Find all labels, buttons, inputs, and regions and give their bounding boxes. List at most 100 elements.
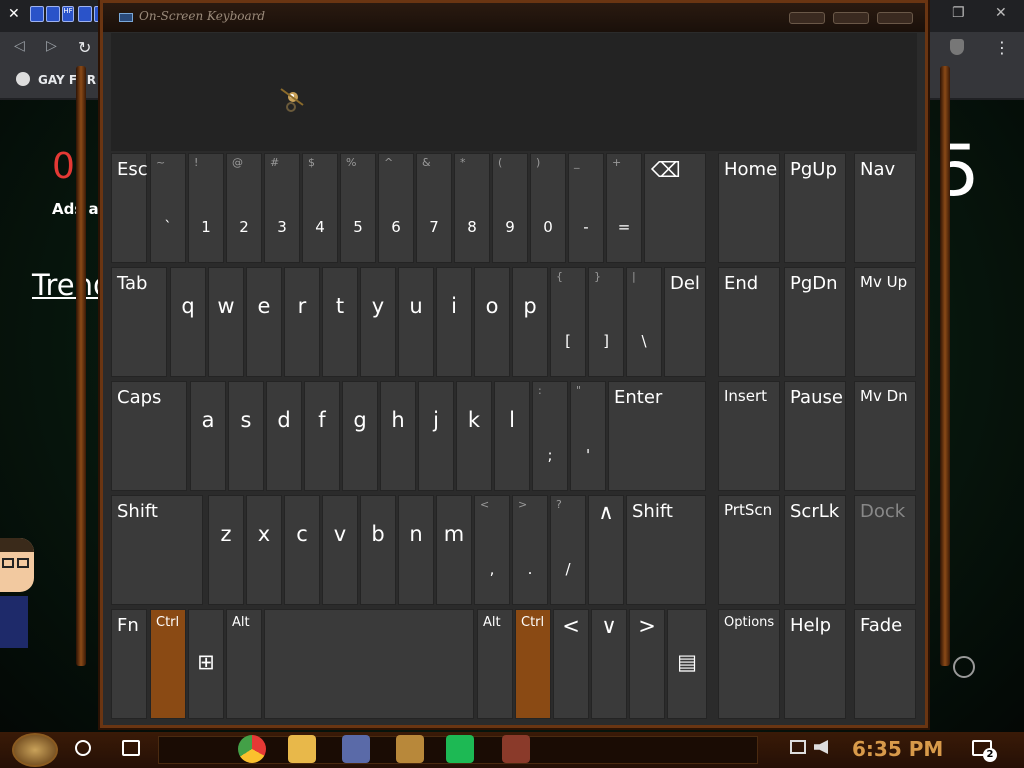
key-2[interactable]: @2 — [226, 153, 262, 263]
key-fade[interactable]: Fade — [854, 609, 916, 719]
key-shift[interactable]: Shift — [626, 495, 706, 605]
key-3[interactable]: #3 — [264, 153, 300, 263]
key-m[interactable]: m — [436, 495, 472, 605]
start-button[interactable] — [12, 733, 58, 767]
close-button[interactable] — [877, 12, 913, 24]
key-o[interactable]: o — [474, 267, 510, 377]
key-symbol-12[interactable]: _ - — [568, 153, 604, 263]
key-shift[interactable]: Shift — [111, 495, 203, 605]
app-icon[interactable] — [396, 735, 424, 763]
key-symbol-14[interactable]: ⌫ — [644, 153, 706, 263]
key-space[interactable] — [264, 609, 474, 719]
key-a[interactable]: a — [190, 381, 226, 491]
back-icon[interactable]: ◁ — [14, 38, 25, 54]
key-esc[interactable]: Esc — [111, 153, 148, 263]
osk-titlebar[interactable]: On-Screen Keyboard — [103, 3, 925, 32]
extension-hf-icon[interactable]: HF — [62, 6, 74, 22]
key-t[interactable]: t — [322, 267, 358, 377]
key-f[interactable]: f — [304, 381, 340, 491]
key-pgdn[interactable]: PgDn — [784, 267, 846, 377]
extension-icon[interactable] — [46, 6, 60, 22]
key-1[interactable]: ! 1 — [188, 153, 224, 263]
key-0[interactable]: ) 0 — [530, 153, 566, 263]
key-del[interactable]: Del — [664, 267, 706, 377]
key-tab[interactable]: Tab — [111, 267, 167, 377]
key-symbol-10[interactable]: :; — [532, 381, 568, 491]
tab-close-icon[interactable]: ✕ — [8, 6, 20, 22]
key-symbol-1[interactable]: ~ ` — [150, 153, 186, 263]
key-p[interactable]: p — [512, 267, 548, 377]
key-i[interactable]: i — [436, 267, 472, 377]
key-b[interactable]: b — [360, 495, 396, 605]
key-symbol-9[interactable]: >. — [512, 495, 548, 605]
key-9[interactable]: (9 — [492, 153, 528, 263]
key-7[interactable]: & 7 — [416, 153, 452, 263]
extension-icon[interactable] — [30, 6, 44, 22]
key-symbol-12[interactable]: }] — [588, 267, 624, 377]
key-5[interactable]: % 5 — [340, 153, 376, 263]
key-x[interactable]: x — [246, 495, 282, 605]
cortana-icon[interactable] — [75, 740, 91, 756]
key-h[interactable]: h — [380, 381, 416, 491]
task-view-icon[interactable] — [122, 740, 140, 756]
key-symbol-11[interactable]: ∧ — [588, 495, 624, 605]
key-u[interactable]: u — [398, 267, 434, 377]
key-symbol-8[interactable]: ∨ — [591, 609, 627, 719]
key-n[interactable]: n — [398, 495, 434, 605]
key-symbol-9[interactable]: > — [629, 609, 665, 719]
taskbar-clock[interactable]: 6:35 PM — [852, 737, 943, 761]
key-ctrl[interactable]: Ctrl — [150, 609, 186, 719]
key-end[interactable]: End — [718, 267, 780, 377]
key-e[interactable]: e — [246, 267, 282, 377]
key-caps[interactable]: Caps — [111, 381, 187, 491]
key-home[interactable]: Home — [718, 153, 780, 263]
key-l[interactable]: l — [494, 381, 530, 491]
spotify-icon[interactable] — [446, 735, 474, 763]
key-ctrl[interactable]: Ctrl — [515, 609, 551, 719]
key-r[interactable]: r — [284, 267, 320, 377]
minimize-button[interactable] — [789, 12, 825, 24]
key-symbol-11[interactable]: " ' — [570, 381, 606, 491]
key-symbol-13[interactable]: | \ — [626, 267, 662, 377]
ublock-icon[interactable] — [950, 39, 964, 55]
key-s[interactable]: s — [228, 381, 264, 491]
key-fn[interactable]: Fn — [111, 609, 147, 719]
key-8[interactable]: * 8 — [454, 153, 490, 263]
forward-icon[interactable]: ▷ — [46, 38, 57, 54]
key-symbol-7[interactable]: < — [553, 609, 589, 719]
browser-menu-icon[interactable]: ⋮ — [994, 38, 1010, 57]
key-scrlk[interactable]: ScrLk — [784, 495, 846, 605]
key-dock[interactable]: Dock — [854, 495, 916, 605]
key-symbol-2[interactable]: ⊞ — [188, 609, 224, 719]
window-close-icon[interactable]: ✕ — [995, 5, 1007, 21]
file-explorer-icon[interactable] — [288, 735, 316, 763]
chrome-icon[interactable] — [238, 735, 266, 763]
app-icon[interactable] — [502, 735, 530, 763]
key-symbol-8[interactable]: <, — [474, 495, 510, 605]
key-4[interactable]: $4 — [302, 153, 338, 263]
key-c[interactable]: c — [284, 495, 320, 605]
key-options[interactable]: Options — [718, 609, 780, 719]
key-w[interactable]: w — [208, 267, 244, 377]
network-icon[interactable] — [790, 740, 806, 754]
key-help[interactable]: Help — [784, 609, 846, 719]
key-j[interactable]: j — [418, 381, 454, 491]
key-k[interactable]: k — [456, 381, 492, 491]
osk-taskbar-icon[interactable] — [342, 735, 370, 763]
reload-icon[interactable]: ↻ — [78, 38, 91, 57]
key-z[interactable]: z — [208, 495, 244, 605]
key-v[interactable]: v — [322, 495, 358, 605]
key-symbol-10[interactable]: ▤ — [667, 609, 707, 719]
key-6[interactable]: ^ 6 — [378, 153, 414, 263]
key-prtscn[interactable]: PrtScn — [718, 495, 780, 605]
key-insert[interactable]: Insert — [718, 381, 780, 491]
key-alt[interactable]: Alt — [477, 609, 513, 719]
key-symbol-11[interactable]: {[ — [550, 267, 586, 377]
key-y[interactable]: y — [360, 267, 396, 377]
key-enter[interactable]: Enter — [608, 381, 706, 491]
maximize-button[interactable] — [833, 12, 869, 24]
key-symbol-13[interactable]: + = — [606, 153, 642, 263]
key-pgup[interactable]: PgUp — [784, 153, 846, 263]
key-pause[interactable]: Pause — [784, 381, 846, 491]
key-mv-up[interactable]: Mv Up — [854, 267, 916, 377]
